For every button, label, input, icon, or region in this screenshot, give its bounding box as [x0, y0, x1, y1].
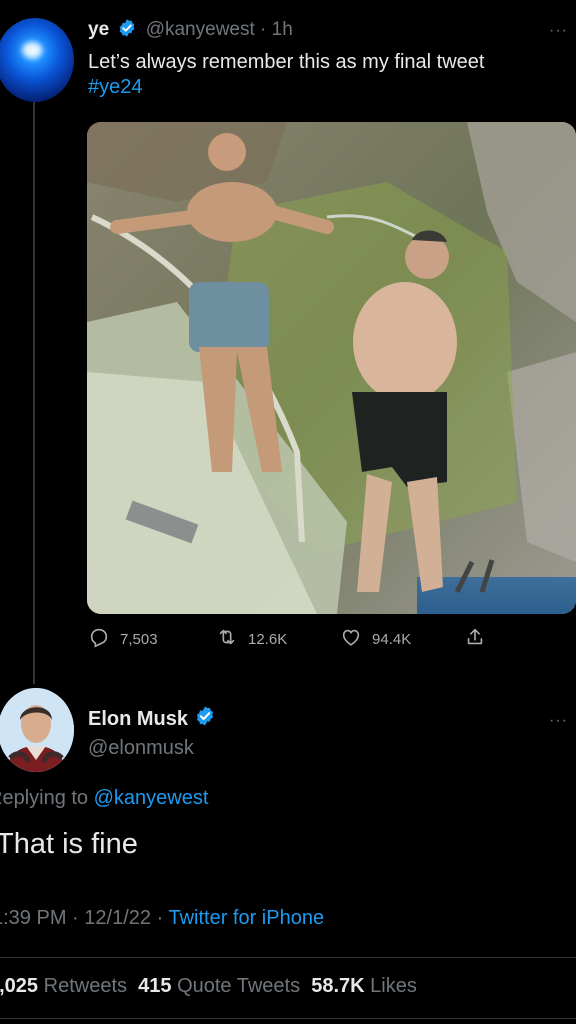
verified-badge-icon — [194, 705, 216, 733]
avatar-kanyewest[interactable] — [0, 18, 74, 102]
replying-to-line: Replying to @kanyewest — [0, 787, 208, 810]
tweet-time[interactable]: 1:39 PM — [0, 907, 66, 929]
separator-dot: · — [156, 907, 164, 929]
share-icon — [464, 626, 486, 652]
tweet1-actions: 7,503 12.6K 94.4K — [88, 626, 518, 654]
quote-tweets-stat[interactable]: 415 Quote Tweets — [138, 975, 300, 997]
divider — [0, 1018, 576, 1019]
reply-count: 7,503 — [120, 630, 158, 648]
replying-prefix: Replying to — [0, 787, 89, 809]
author-handle[interactable]: @elonmusk — [88, 737, 194, 760]
reply-tweet-text: That is fine — [0, 828, 138, 860]
retweet-icon — [216, 626, 238, 652]
engagement-stats: 2,025 Retweets 415 Quote Tweets 58.7K Li… — [0, 975, 417, 998]
more-options-icon[interactable]: ··· — [549, 22, 568, 40]
separator-dot: · — [72, 907, 79, 929]
replying-to-mention[interactable]: @kanyewest — [94, 787, 209, 809]
avatar-elonmusk[interactable] — [0, 688, 74, 772]
tweet-date[interactable]: 12/1/22 — [84, 907, 151, 929]
share-action[interactable] — [464, 626, 486, 652]
tweet-media-photo[interactable] — [87, 122, 576, 614]
like-action[interactable]: 94.4K — [340, 626, 411, 652]
retweets-stat[interactable]: 2,025 Retweets — [0, 975, 127, 997]
tweet-time[interactable]: 1h — [272, 19, 293, 40]
hashtag-link[interactable]: #ye24 — [88, 75, 574, 100]
likes-stat[interactable]: 58.7K Likes — [311, 975, 417, 997]
retweet-count: 12.6K — [248, 630, 288, 648]
thread-connector-line — [33, 100, 35, 684]
tweet-metadata: 1:39 PM · 12/1/22 · Twitter for iPhone — [0, 907, 324, 930]
heart-icon — [340, 626, 362, 652]
more-options-icon[interactable]: ··· — [549, 712, 568, 730]
author-name[interactable]: ye — [88, 19, 109, 40]
reply-icon — [88, 626, 110, 652]
like-count: 94.4K — [372, 630, 412, 648]
tweet1-header: ye @kanyewest · 1h — [88, 18, 293, 44]
author-name[interactable]: Elon Musk — [88, 708, 188, 731]
divider — [0, 957, 576, 958]
author-handle[interactable]: @kanyewest — [146, 19, 255, 40]
tweet1-text: Let’s always remember this as my final t… — [88, 50, 574, 100]
reply-author-name-row: Elon Musk — [88, 705, 216, 733]
separator-dot: · — [260, 19, 267, 40]
tweet-source-link[interactable]: Twitter for iPhone — [168, 907, 324, 929]
verified-badge-icon — [117, 18, 137, 44]
tweet-body: Let’s always remember this as my final t… — [88, 51, 485, 73]
retweet-action[interactable]: 12.6K — [216, 626, 287, 652]
reply-action[interactable]: 7,503 — [88, 626, 158, 652]
